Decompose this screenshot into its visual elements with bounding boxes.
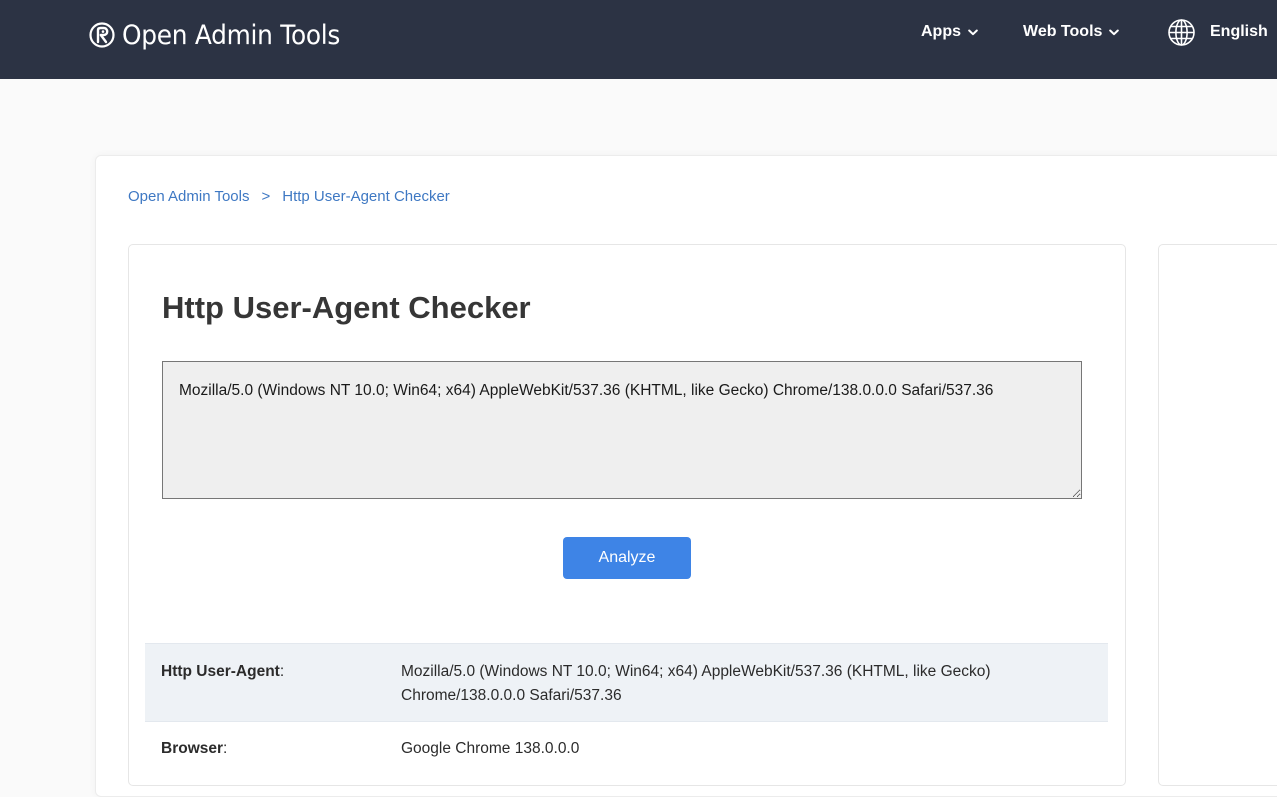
- breadcrumb-home-link[interactable]: Open Admin Tools: [128, 188, 249, 205]
- nav-apps-menu[interactable]: Apps: [921, 21, 978, 43]
- nav-apps-label: Apps: [921, 23, 961, 40]
- top-navbar: Open Admin Tools Apps Web Tools English: [0, 0, 1277, 79]
- chevron-down-icon: [968, 29, 978, 35]
- side-panel: [1158, 244, 1277, 786]
- breadcrumb-separator: >: [261, 188, 271, 205]
- result-value-user-agent: Mozilla/5.0 (Windows NT 10.0; Win64; x64…: [401, 643, 1108, 722]
- nav-language-label: English: [1210, 23, 1268, 40]
- table-row-browser: Browser: Google Chrome 138.0.0.0: [145, 722, 1108, 762]
- user-agent-input[interactable]: Mozilla/5.0 (Windows NT 10.0; Win64; x64…: [162, 361, 1082, 499]
- breadcrumb-current-link[interactable]: Http User-Agent Checker: [282, 188, 450, 205]
- nav-web-tools-label: Web Tools: [1023, 23, 1103, 40]
- breadcrumb: Open Admin Tools > Http User-Agent Check…: [128, 188, 450, 205]
- chevron-down-icon: [1109, 29, 1120, 35]
- brand-home-link[interactable]: Open Admin Tools: [89, 17, 359, 53]
- results-table: Http User-Agent: Mozilla/5.0 (Windows NT…: [145, 643, 1108, 761]
- brand-name: Open Admin Tools: [122, 19, 341, 51]
- table-row-user-agent: Http User-Agent: Mozilla/5.0 (Windows NT…: [145, 643, 1108, 722]
- page-title: Http User-Agent Checker: [162, 290, 531, 325]
- globe-icon: [1168, 18, 1195, 46]
- open-admin-tools-logo-icon: [89, 22, 115, 48]
- nav-web-tools-menu[interactable]: Web Tools: [1023, 21, 1120, 43]
- result-label-browser: Browser:: [161, 740, 228, 757]
- result-label-user-agent: Http User-Agent:: [145, 643, 401, 722]
- nav-language-menu[interactable]: English: [1167, 18, 1268, 46]
- analyze-button[interactable]: Analyze: [563, 537, 691, 579]
- result-value-browser: Google Chrome 138.0.0.0: [401, 740, 580, 757]
